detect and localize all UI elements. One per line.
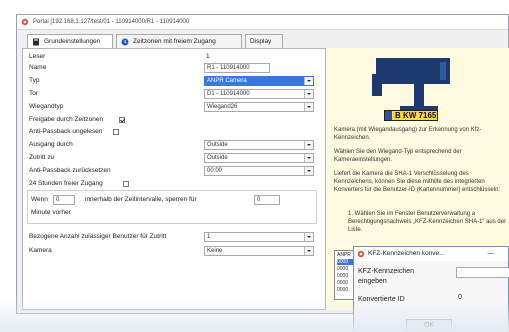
- name-input-value: R1 - 110914000: [207, 65, 250, 71]
- list-item[interactable]: ANPR: [337, 252, 351, 258]
- help-para-2: Wählen Sie den Wiegand-Typ entsprechend …: [334, 149, 462, 163]
- chevron-down-icon[interactable]: [304, 103, 313, 111]
- kamera-select[interactable]: Keine: [204, 246, 314, 256]
- apb-reset-time[interactable]: 00:00: [204, 166, 314, 176]
- chevron-down-icon[interactable]: [304, 233, 313, 241]
- wenn-minutes-value: 0: [257, 197, 261, 203]
- freigabe-label: Freigabe durch Zeitzonen: [29, 116, 104, 123]
- chevron-down-icon[interactable]: [304, 154, 313, 162]
- apb-reset-label: Anti-Passback zurücksetzen: [29, 167, 111, 174]
- freigabe-checkbox[interactable]: [119, 117, 125, 123]
- tor-select[interactable]: D1 - 110914000: [204, 89, 314, 99]
- settings-panel: Leser 1 Name R1 - 110914000 Typ ANPR Cam…: [22, 48, 326, 310]
- kamera-select-value: Keine: [207, 248, 223, 254]
- list-item[interactable]: 0000: [337, 273, 348, 279]
- benutzer-select[interactable]: 1: [204, 232, 314, 242]
- plate-text: B KW 7165: [395, 111, 437, 120]
- chevron-down-icon[interactable]: [304, 90, 313, 98]
- typ-select[interactable]: ANPR Camera: [204, 76, 314, 86]
- tab-strip: Grundeinstellungen Zeitzonen mit freiem …: [27, 34, 297, 49]
- tab-label: Zeitzonen mit freiem Zugang: [133, 38, 216, 45]
- plate-input-label: KFZ-Kennzeichen: [358, 268, 415, 275]
- app-icon: [21, 18, 29, 26]
- ausgang-label: Ausgang durch: [29, 141, 73, 148]
- name-input[interactable]: R1 - 110914000: [204, 63, 270, 73]
- leser-value: 1: [206, 53, 210, 60]
- window-titlebar: Portal [192.168.1.127/test/01 - 11091400…: [17, 15, 508, 30]
- anpr-camera-icon: [372, 58, 450, 114]
- list-item[interactable]: 0000: [337, 266, 348, 272]
- minimize-button[interactable]: —: [488, 247, 495, 261]
- help-step-1: 1. Wählen Sie im Fenster Benutzerverwalt…: [348, 211, 507, 233]
- apb-reset-value: 00:00: [207, 168, 223, 174]
- settings-tab-icon: [33, 38, 39, 46]
- list-item[interactable]: 0000: [337, 287, 348, 293]
- h24-checkbox[interactable]: [123, 181, 129, 187]
- help-para-3: Liefert die Kamera die SHA-1 Verschlüsse…: [334, 171, 501, 193]
- tab-grundeinstellungen[interactable]: Grundeinstellungen: [27, 34, 113, 49]
- benutzer-label: Bezogene Anzahl zulässiger Benutzer für …: [29, 233, 167, 240]
- tab-zeitzonen[interactable]: Zeitzonen mit freiem Zugang: [116, 34, 242, 48]
- eu-band-icon: [385, 111, 392, 120]
- tor-label: Tor: [29, 90, 39, 97]
- ausgang-select-value: Outside: [207, 142, 228, 148]
- wiegandtyp-select[interactable]: Wiegand26: [204, 102, 314, 112]
- wiegandtyp-select-value: Wiegand26: [207, 104, 238, 110]
- tab-display[interactable]: Display: [245, 34, 283, 48]
- wiegandtyp-label: Wiegandtyp: [29, 103, 64, 110]
- tab-label: Display: [250, 38, 272, 45]
- window-title: Portal [192.168.1.127/test/01 - 11091400…: [33, 19, 190, 25]
- typ-label: Typ: [29, 77, 40, 84]
- dialog-titlebar: KFZ-Kennzeichen konve... —: [354, 247, 508, 261]
- leser-label: Leser: [29, 53, 46, 60]
- tor-select-value: D1 - 110914000: [207, 91, 250, 97]
- wenn-count-input[interactable]: 0: [53, 195, 75, 205]
- name-label: Name: [29, 64, 47, 71]
- antipassback-label: Anti-Passback ungelesen: [29, 128, 103, 135]
- antipassback-checkbox[interactable]: [113, 129, 119, 135]
- plate-input-label-2: eingeben: [358, 278, 387, 285]
- wenn-count-value: 0: [56, 197, 60, 203]
- kamera-label: Kamera: [29, 247, 52, 254]
- clock-icon: [121, 38, 129, 46]
- wenn-minutes-input[interactable]: 0: [254, 195, 280, 205]
- help-para-1: Kamera (mit Wiegandausgang) zur Erkennun…: [334, 127, 482, 141]
- h24-label: 24 Stunden freier Zugang: [29, 180, 103, 187]
- license-plate-image: B KW 7165: [384, 110, 438, 121]
- plate-input[interactable]: [456, 267, 509, 278]
- chevron-down-icon[interactable]: [304, 77, 313, 85]
- typ-select-value: ANPR Camera: [207, 78, 247, 84]
- spin-icon[interactable]: [304, 167, 313, 175]
- app-icon: [357, 250, 365, 258]
- chevron-down-icon[interactable]: [304, 247, 313, 255]
- chevron-down-icon[interactable]: [304, 141, 313, 149]
- wenn-mid-label: innerhalb der Zeitintervalle, sperren fü…: [85, 196, 197, 203]
- tab-label: Grundeinstellungen: [44, 38, 101, 45]
- zutritt-select[interactable]: Outside: [204, 153, 314, 163]
- minute-label: Minute vorher: [31, 209, 71, 216]
- dialog-title: KFZ-Kennzeichen konve...: [368, 250, 445, 257]
- zutritt-select-value: Outside: [207, 155, 228, 161]
- list-item[interactable]: 0000: [337, 280, 348, 286]
- wenn-prefix: Wenn: [31, 196, 48, 203]
- benutzer-select-value: 1: [207, 234, 211, 240]
- zutritt-label: Zutritt zu: [29, 154, 55, 161]
- ausgang-select[interactable]: Outside: [204, 140, 314, 150]
- background-fade: [0, 300, 509, 332]
